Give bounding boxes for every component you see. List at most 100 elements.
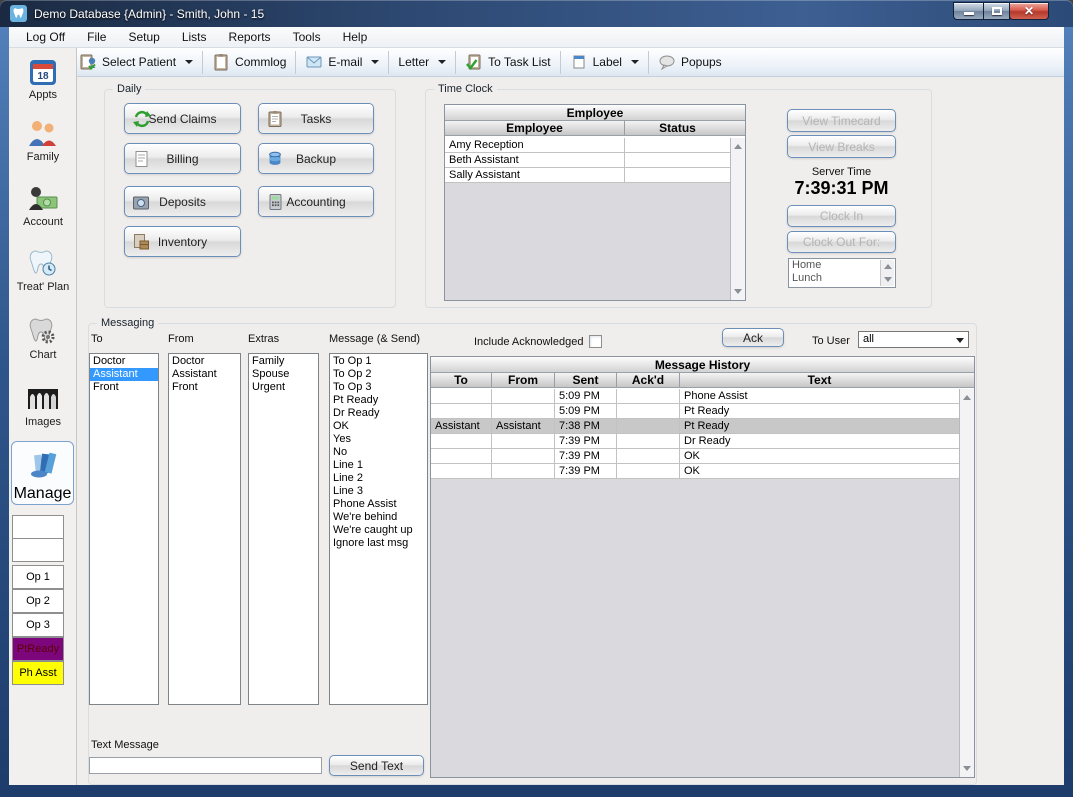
sidebar-item-chart[interactable]: Chart: [9, 316, 77, 361]
inventory-button[interactable]: Inventory: [124, 226, 241, 257]
scroll-down-icon[interactable]: [734, 289, 742, 294]
sidebar-item-appts[interactable]: 18 Appts: [9, 56, 77, 101]
employee-row[interactable]: Beth Assistant: [445, 153, 730, 168]
to-task-list-button[interactable]: To Task List: [458, 51, 557, 74]
column-header-from[interactable]: From: [492, 373, 555, 387]
popups-button[interactable]: Popups: [651, 51, 729, 74]
list-item[interactable]: Front: [90, 381, 158, 394]
email-dropdown-icon[interactable]: [371, 60, 379, 64]
column-header-status[interactable]: Status: [625, 121, 730, 135]
menu-file[interactable]: File: [76, 27, 117, 48]
to-user-dropdown[interactable]: all: [858, 331, 969, 348]
view-breaks-button[interactable]: View Breaks: [787, 135, 896, 158]
op-cell-blank[interactable]: [12, 538, 64, 562]
op-cell-op2[interactable]: Op 2: [12, 589, 64, 613]
list-item[interactable]: Phone Assist: [330, 498, 427, 511]
employee-table-scrollbar[interactable]: [730, 138, 745, 300]
list-item-selected[interactable]: Assistant: [90, 368, 158, 381]
sidebar-item-family[interactable]: Family: [9, 118, 77, 163]
minimize-button[interactable]: [953, 2, 984, 20]
scroll-up-icon[interactable]: [734, 144, 742, 149]
menu-tools[interactable]: Tools: [282, 27, 332, 48]
list-item[interactable]: Assistant: [169, 368, 240, 381]
label-button[interactable]: Label: [563, 51, 646, 74]
column-header-text[interactable]: Text: [680, 373, 959, 387]
scroll-up-icon[interactable]: [963, 395, 971, 400]
extras-list[interactable]: Family Spouse Urgent: [248, 353, 319, 705]
select-patient-dropdown-icon[interactable]: [185, 60, 193, 64]
op-cell-ph-asst[interactable]: Ph Asst: [12, 661, 64, 685]
list-item[interactable]: Doctor: [169, 355, 240, 368]
break-type-list[interactable]: Home Lunch: [788, 258, 896, 288]
list-item[interactable]: Doctor: [90, 355, 158, 368]
op-cell-blank[interactable]: [12, 515, 64, 539]
list-item[interactable]: Front: [169, 381, 240, 394]
maximize-button[interactable]: [983, 2, 1010, 20]
menu-lists[interactable]: Lists: [171, 27, 218, 48]
to-list[interactable]: Doctor Assistant Front: [89, 353, 159, 705]
list-item[interactable]: Family: [249, 355, 318, 368]
menu-reports[interactable]: Reports: [218, 27, 282, 48]
list-item[interactable]: Line 3: [330, 485, 427, 498]
list-item[interactable]: Dr Ready: [330, 407, 427, 420]
list-item[interactable]: Line 2: [330, 472, 427, 485]
op-cell-op3[interactable]: Op 3: [12, 613, 64, 637]
break-list-scrollbar[interactable]: [880, 260, 894, 286]
view-timecard-button[interactable]: View Timecard: [787, 109, 896, 132]
list-item[interactable]: OK: [330, 420, 427, 433]
menu-log-off[interactable]: Log Off: [15, 27, 76, 48]
list-item[interactable]: Urgent: [249, 381, 318, 394]
message-history-scrollbar[interactable]: [959, 389, 974, 777]
list-item[interactable]: Line 1: [330, 459, 427, 472]
list-item[interactable]: No: [330, 446, 427, 459]
list-item[interactable]: To Op 1: [330, 355, 427, 368]
column-header-to[interactable]: To: [431, 373, 492, 387]
scroll-down-icon[interactable]: [884, 277, 892, 282]
list-item[interactable]: Spouse: [249, 368, 318, 381]
include-acknowledged-checkbox[interactable]: [589, 335, 602, 348]
letter-dropdown-icon[interactable]: [438, 60, 446, 64]
message-row[interactable]: 7:39 PM Dr Ready: [431, 434, 959, 449]
ack-button[interactable]: Ack: [722, 328, 784, 347]
commlog-button[interactable]: Commlog: [205, 51, 293, 74]
clock-in-button[interactable]: Clock In: [787, 205, 896, 227]
list-item[interactable]: We're behind: [330, 511, 427, 524]
list-item[interactable]: To Op 2: [330, 368, 427, 381]
message-send-list[interactable]: To Op 1 To Op 2 To Op 3 Pt Ready Dr Read…: [329, 353, 428, 705]
employee-row[interactable]: Sally Assistant: [445, 168, 730, 183]
list-item[interactable]: To Op 3: [330, 381, 427, 394]
op-cell-ptready[interactable]: PtReady: [12, 637, 64, 661]
text-message-input[interactable]: [89, 757, 322, 774]
message-row-selected[interactable]: Assistant Assistant 7:38 PM Pt Ready: [431, 419, 959, 434]
send-claims-button[interactable]: Send Claims: [124, 103, 241, 134]
billing-button[interactable]: Billing: [124, 143, 241, 174]
menu-help[interactable]: Help: [332, 27, 379, 48]
backup-button[interactable]: Backup: [258, 143, 374, 174]
message-row[interactable]: 5:09 PM Pt Ready: [431, 404, 959, 419]
scroll-down-icon[interactable]: [963, 766, 971, 771]
accounting-button[interactable]: Accounting: [258, 186, 374, 217]
column-header-sent[interactable]: Sent: [555, 373, 617, 387]
list-item[interactable]: Yes: [330, 433, 427, 446]
menu-setup[interactable]: Setup: [117, 27, 170, 48]
message-row[interactable]: 5:09 PM Phone Assist: [431, 389, 959, 404]
close-button[interactable]: [1009, 2, 1049, 20]
sidebar-item-manage[interactable]: Manage: [11, 441, 74, 505]
message-row[interactable]: 7:39 PM OK: [431, 464, 959, 479]
send-text-button[interactable]: Send Text: [329, 755, 424, 776]
op-cell-op1[interactable]: Op 1: [12, 565, 64, 589]
sidebar-item-images[interactable]: Images: [9, 383, 77, 428]
column-header-employee[interactable]: Employee: [445, 121, 625, 135]
list-item[interactable]: Pt Ready: [330, 394, 427, 407]
tasks-button[interactable]: Tasks: [258, 103, 374, 134]
message-row[interactable]: 7:39 PM OK: [431, 449, 959, 464]
clock-out-for-button[interactable]: Clock Out For:: [787, 231, 896, 253]
label-dropdown-icon[interactable]: [631, 60, 639, 64]
sidebar-item-treat-plan[interactable]: Treat' Plan: [9, 248, 77, 293]
list-item[interactable]: Ignore last msg: [330, 537, 427, 550]
employee-row[interactable]: Amy Reception: [445, 138, 730, 153]
sidebar-item-account[interactable]: Account: [9, 183, 77, 228]
column-header-ackd[interactable]: Ack'd: [617, 373, 680, 387]
letter-button[interactable]: Letter: [391, 51, 453, 74]
from-list[interactable]: Doctor Assistant Front: [168, 353, 241, 705]
